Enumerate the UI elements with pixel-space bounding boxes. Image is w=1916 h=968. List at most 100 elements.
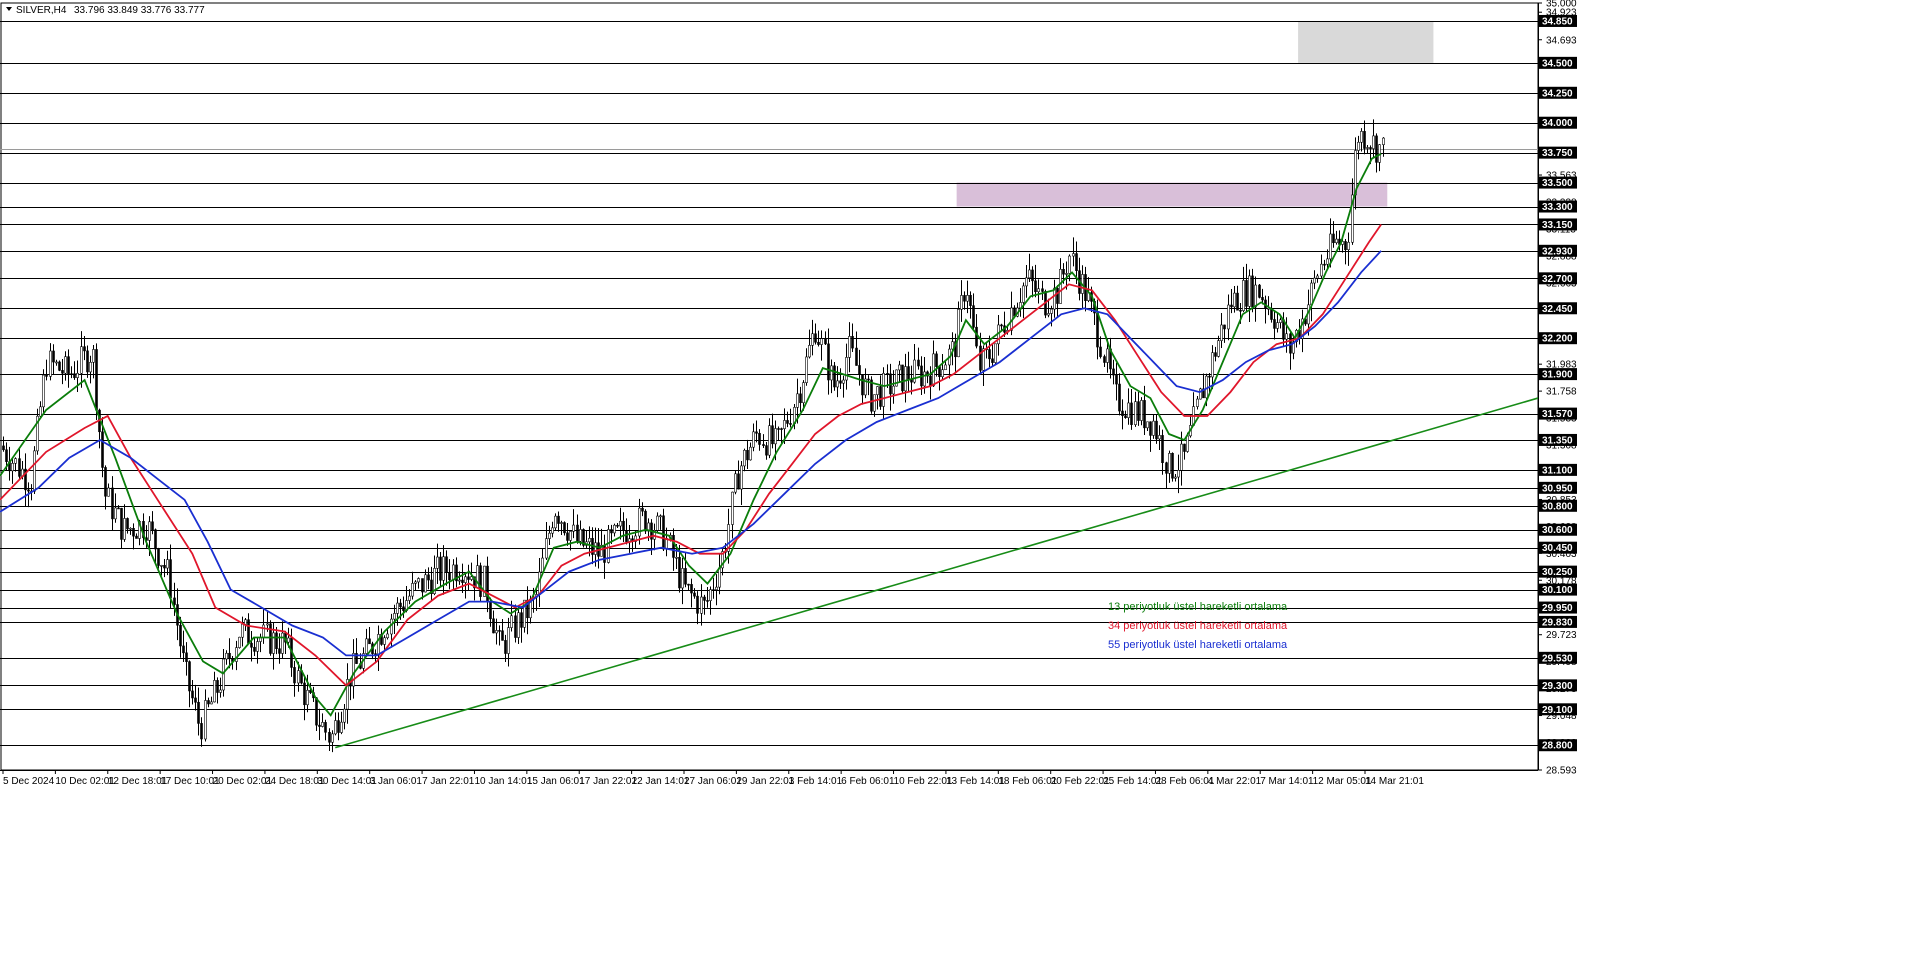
candle-body: [1273, 319, 1276, 329]
candle-body: [1230, 304, 1233, 308]
candle-body: [873, 394, 876, 412]
candle-body: [293, 667, 296, 684]
ohlc-readout: 33.796 33.849 33.776 33.777: [74, 5, 205, 16]
x-tick-label: 10 Dec 02:01: [55, 776, 115, 787]
x-tick-label: 10 Jan 14:01: [474, 776, 532, 787]
candle-body: [76, 373, 79, 378]
candle-body: [244, 619, 247, 625]
candle-body: [5, 449, 8, 462]
candle-body: [1168, 452, 1171, 474]
candle-body: [833, 365, 836, 388]
candle-body: [858, 365, 861, 375]
candle-body: [1099, 346, 1102, 357]
level-price-label: 34.500: [1542, 58, 1573, 69]
candle-body: [944, 364, 947, 371]
level-price-label: 29.300: [1542, 681, 1573, 692]
candle-body: [969, 295, 972, 306]
x-tick-label: 7 Jan 22:01: [422, 776, 475, 787]
candle-body: [662, 515, 665, 550]
candle-body: [1062, 269, 1065, 275]
candle-body: [820, 338, 823, 345]
candle-body: [166, 559, 169, 569]
candle-body: [879, 386, 882, 407]
x-tick-label: 18 Feb 06:01: [998, 776, 1057, 787]
candle-body: [383, 637, 386, 645]
candle-body: [197, 701, 200, 724]
candle-body: [510, 615, 513, 628]
candle-body: [1121, 410, 1124, 417]
candle-body: [1369, 147, 1372, 149]
candle-body: [114, 507, 117, 520]
candle-body: [269, 623, 272, 654]
candle-body: [938, 366, 941, 377]
candle-body: [777, 428, 780, 430]
candle-body: [33, 450, 36, 492]
candle-body: [566, 532, 569, 541]
candle-body: [495, 630, 498, 634]
candle-body: [52, 350, 55, 363]
candle-body: [935, 353, 938, 367]
candle-body: [548, 532, 551, 539]
level-price-label: 33.750: [1542, 148, 1573, 159]
candle-body: [2, 445, 5, 451]
candle-body: [439, 556, 442, 581]
x-tick-label: 7 Mar 14:01: [1260, 776, 1314, 787]
candle-body: [824, 338, 827, 345]
candle-body: [228, 652, 231, 660]
candle-body: [610, 529, 613, 534]
candle-body: [225, 652, 228, 660]
candle-body: [504, 640, 507, 654]
candle-body: [1028, 269, 1031, 279]
candle-body: [758, 432, 761, 445]
legend-ema55: 55 periyotluk üstel hareketli ortalama: [1108, 639, 1288, 651]
candle-body: [514, 615, 517, 638]
candle-body: [545, 538, 548, 559]
candle-body: [870, 379, 873, 412]
candle-body: [845, 357, 848, 381]
candle-body: [1214, 352, 1217, 357]
candle-body: [111, 487, 114, 520]
candle-body: [802, 382, 805, 404]
candle-body: [1320, 263, 1323, 277]
candle-body: [1382, 137, 1385, 145]
candle-body: [706, 600, 709, 602]
candle-body: [808, 345, 811, 358]
level-price-label: 34.250: [1542, 88, 1573, 99]
candle-body: [278, 648, 281, 654]
candle-body: [1165, 462, 1168, 474]
candle-body: [752, 431, 755, 448]
candle-body: [402, 606, 405, 611]
candle-body: [204, 700, 207, 740]
candle-body: [861, 374, 864, 396]
candle-body: [966, 295, 969, 302]
x-tick-label: 20 Feb 22:01: [1051, 776, 1110, 787]
candle-body: [200, 723, 203, 740]
candle-body: [786, 420, 789, 424]
candle-body: [222, 658, 225, 691]
legend-ema13: 13 periyotluk üstel hareketli ortalama: [1108, 601, 1288, 613]
candle-body: [684, 568, 687, 585]
candle-body: [1233, 292, 1236, 308]
candle-body: [86, 350, 89, 373]
candle-body: [672, 535, 675, 558]
candle-body: [1047, 313, 1050, 316]
candle-body: [1174, 476, 1177, 479]
candle-body: [129, 527, 132, 530]
candle-body: [101, 431, 104, 468]
candle-body: [700, 596, 703, 614]
candle-body: [1245, 280, 1248, 307]
candle-body: [1211, 352, 1214, 378]
candle-body: [169, 559, 172, 599]
x-tick-label: 3 Feb 14:01: [789, 776, 843, 787]
level-price-label: 33.500: [1542, 178, 1573, 189]
price-chart[interactable]: 35.00034.92334.69334.23833.56333.33833.1…: [0, 0, 1916, 963]
candle-body: [1363, 131, 1366, 149]
candle-body: [216, 680, 219, 693]
chart-canvas[interactable]: 35.00034.92334.69334.23833.56333.33833.1…: [0, 0, 1916, 963]
x-tick-label: 12 Dec 18:01: [108, 776, 168, 787]
level-price-label: 31.570: [1542, 409, 1573, 420]
candle-body: [241, 623, 244, 638]
candle-body: [690, 584, 693, 594]
candle-body: [49, 350, 52, 377]
level-price-label: 28.800: [1542, 741, 1573, 752]
